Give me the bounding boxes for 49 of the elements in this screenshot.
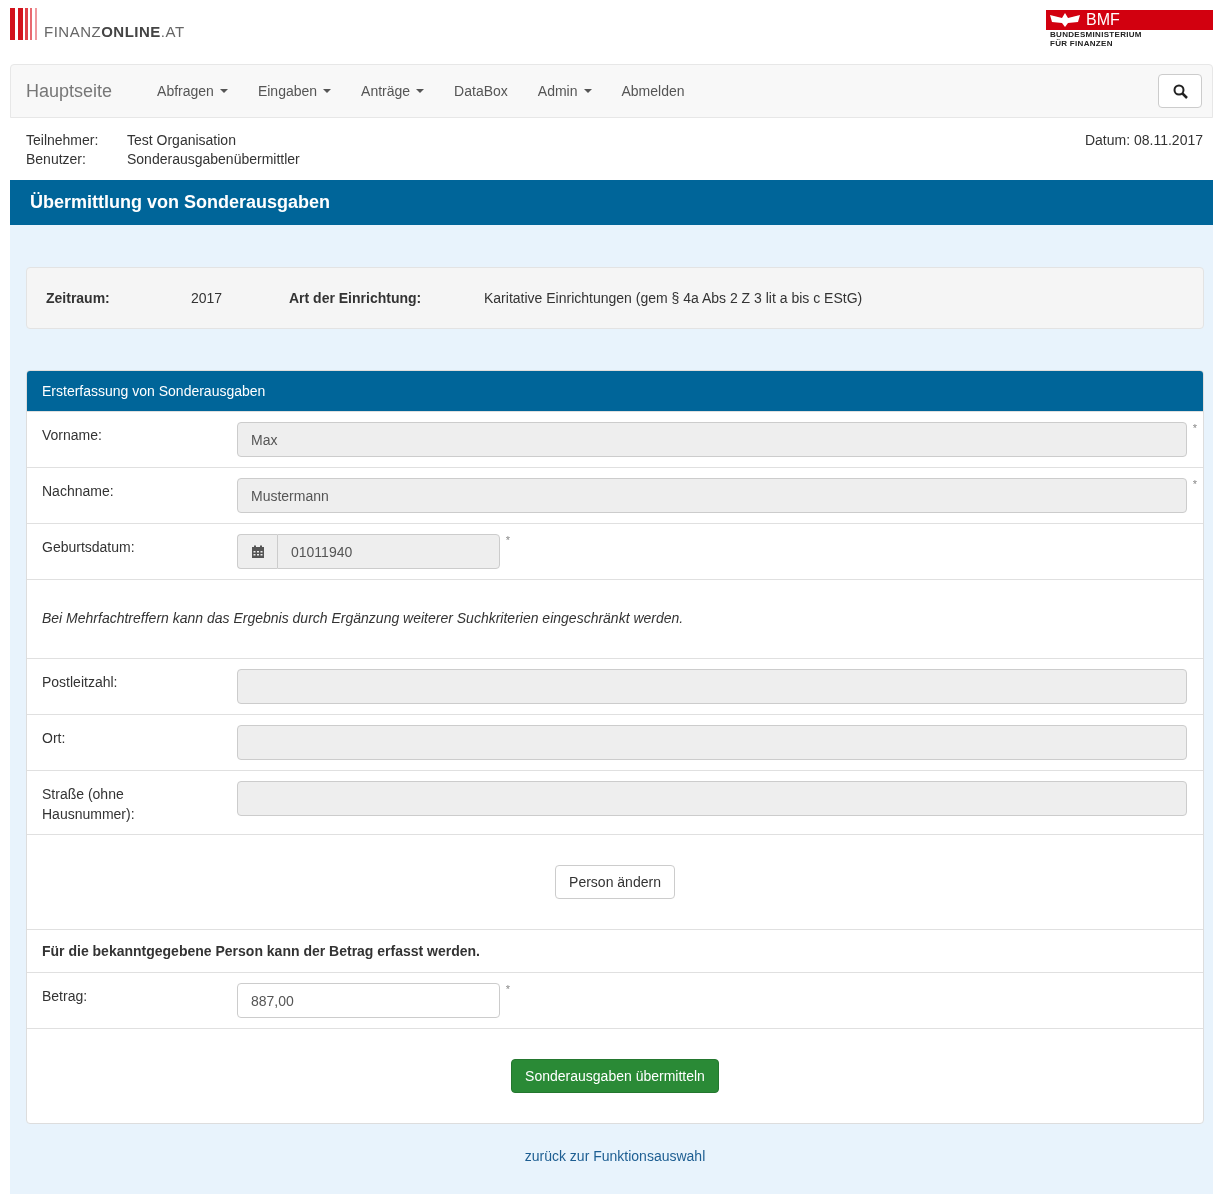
nav-menu-item[interactable]: DataBox [439, 83, 523, 99]
info-value: Sonderausgabenübermittler [127, 151, 300, 167]
amount-field[interactable]: 887,00 [237, 983, 500, 1018]
section-note: Für die bekanntgegebene Person kann der Betrag erfasst werden. [27, 929, 1203, 972]
summary-label: Art der Einrichtung: [289, 290, 423, 306]
eagle-icon [1050, 13, 1080, 27]
date-field[interactable]: 01011940 [277, 534, 500, 569]
field-label: Betrag: [42, 987, 89, 1006]
required-mark: * [504, 534, 512, 546]
ministry-logo: BMF [1046, 10, 1213, 30]
search-icon [1172, 83, 1188, 99]
back-link[interactable]: zurück zur Funktionsauswahl [524, 1148, 706, 1164]
logo-bars-icon [10, 8, 40, 40]
ministry-name: BUNDESMINISTERIUM FÜR FINANZEN [1049, 30, 1143, 48]
field-label: Ort: [42, 729, 67, 748]
hint-text: Bei Mehrfachtreffern kann das Ergebnis durch Ergänzung weiterer Suchkriterien eingeschränkt werden. [27, 579, 1203, 658]
summary-label: Zeitraum: [46, 290, 111, 306]
page-title: Übermittlung von Sonderausgaben [10, 180, 1213, 225]
required-mark: * [504, 983, 512, 995]
nav-home-link[interactable]: Hauptseite [26, 80, 113, 102]
change-person-button[interactable]: Person ändern [555, 865, 675, 899]
input-field[interactable] [237, 669, 1187, 704]
field-label: Vorname: [42, 426, 103, 445]
nav-menu-item[interactable]: Anträge [346, 83, 440, 99]
logo-text: FINANZONLINE.AT [44, 24, 185, 40]
required-mark: * [1191, 422, 1199, 434]
field-label: Nachname: [42, 482, 115, 501]
summary-value: Karitative Einrichtungen (gem § 4a Abs 2 Z 3 lit a bis c EStG) [484, 290, 863, 306]
panel-title: Ersterfassung von Sonderausgaben [27, 371, 1203, 411]
summary-value: 2017 [191, 290, 224, 306]
field-label: Straße (ohne Hausnummer): [42, 785, 136, 824]
info-label: Teilnehmer: [26, 132, 100, 148]
nav-menu-item[interactable]: Eingaben [242, 83, 347, 99]
nav-menu-item[interactable]: Abmelden [606, 83, 700, 99]
info-label: Benutzer: [26, 151, 87, 167]
input-field[interactable]: Max [237, 422, 1187, 457]
nav-menu-item[interactable]: Abfragen [142, 83, 243, 99]
input-field[interactable] [237, 725, 1187, 760]
required-mark: * [1191, 478, 1199, 490]
nav-menu-item[interactable]: Admin [522, 83, 607, 99]
search-button[interactable] [1158, 74, 1202, 108]
date-text: Datum: 08.11.2017 [1084, 132, 1203, 150]
field-label: Postleitzahl: [42, 673, 119, 692]
info-value: Test Organisation [127, 132, 237, 148]
field-label: Geburtsdatum: [42, 538, 136, 557]
submit-button[interactable]: Sonderausgaben übermitteln [511, 1059, 719, 1093]
input-field[interactable]: Mustermann [237, 478, 1187, 513]
input-field[interactable] [237, 781, 1187, 816]
calendar-icon [250, 544, 265, 559]
